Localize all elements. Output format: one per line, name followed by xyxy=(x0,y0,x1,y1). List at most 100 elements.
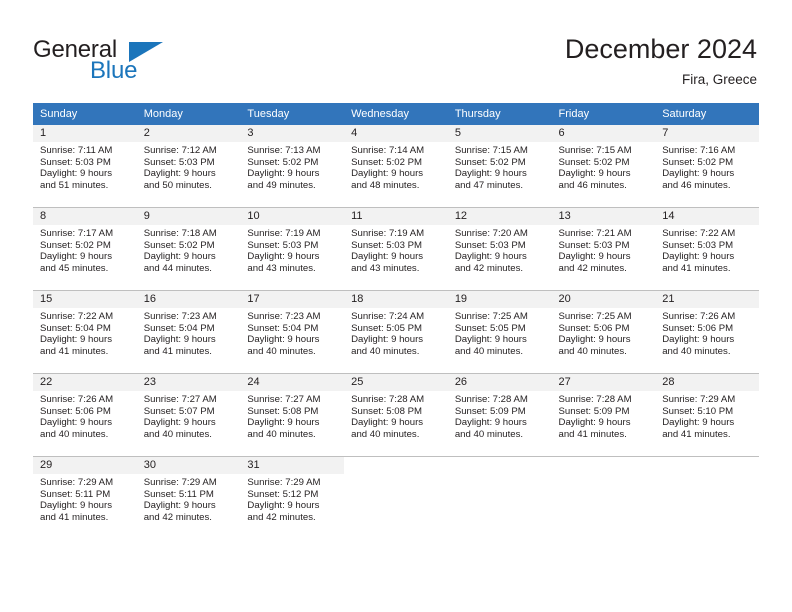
calendar-day-cell[interactable]: 2 Sunrise: 7:12 AM Sunset: 5:03 PM Daylight… xyxy=(136,125,241,208)
calendar-day-cell[interactable]: 30 Sunrise: 7:29 AM Sunset: 5:11 PM Dayligh… xyxy=(136,456,241,539)
calendar-day-cell xyxy=(655,456,759,539)
calendar-day-cell[interactable]: 21 Sunrise: 7:26 AM Sunset: 5:06 PM Dayligh… xyxy=(655,290,759,374)
day-number: 22 xyxy=(33,374,137,391)
daylight-text-line2: and 40 minutes. xyxy=(40,428,109,440)
daylight-text-line1: Daylight: 9 hours xyxy=(558,168,631,180)
calendar-day-cell[interactable]: 15 Sunrise: 7:22 AM Sunset: 5:04 PM Dayligh… xyxy=(33,290,137,374)
sunset-text: Sunset: 5:11 PM xyxy=(143,488,214,500)
calendar-day-cell[interactable]: 19 Sunrise: 7:25 AM Sunset: 5:05 PM Dayligh… xyxy=(447,290,552,374)
calendar-day-cell[interactable]: 17 Sunrise: 7:23 AM Sunset: 5:04 PM Dayligh… xyxy=(240,290,345,374)
day-cell-details: Sunrise: 7:23 AM Sunset: 5:04 PM Daylight:… xyxy=(240,308,344,357)
calendar-day-cell[interactable]: 31 Sunrise: 7:29 AM Sunset: 5:12 PM Dayligh… xyxy=(240,456,345,539)
day-cell-inner: 1 Sunrise: 7:11 AM Sunset: 5:03 PM Daylight… xyxy=(33,125,137,207)
day-number: 10 xyxy=(240,208,345,225)
brand-logo: General Blue xyxy=(33,36,253,88)
calendar-day-cell[interactable]: 3 Sunrise: 7:13 AM Sunset: 5:02 PM Daylight… xyxy=(240,125,345,208)
daylight-text-line2: and 46 minutes. xyxy=(662,179,731,191)
daylight-text-line1: Daylight: 9 hours xyxy=(558,334,631,346)
day-number: 28 xyxy=(655,374,759,391)
day-number: 21 xyxy=(655,291,759,308)
day-number: 7 xyxy=(655,125,759,142)
daylight-text-line1: Daylight: 9 hours xyxy=(247,251,320,263)
daylight-text-line2: and 40 minutes. xyxy=(351,345,420,357)
daylight-text-line1: Daylight: 9 hours xyxy=(143,417,216,429)
day-cell-inner xyxy=(344,457,448,539)
sunrise-text: Sunrise: 7:29 AM xyxy=(40,477,114,488)
day-cell-details: Sunrise: 7:22 AM Sunset: 5:04 PM Daylight:… xyxy=(33,308,137,357)
daylight-text-line2: and 42 minutes. xyxy=(143,511,212,523)
sunrise-text: Sunrise: 7:23 AM xyxy=(143,311,217,322)
day-cell-inner: 25 Sunrise: 7:28 AM Sunset: 5:08 PM Dayligh… xyxy=(344,374,448,456)
calendar-table: Sunday Monday Tuesday Wednesday Thursday… xyxy=(33,103,759,539)
day-number: 12 xyxy=(447,208,552,225)
daylight-text-line1: Daylight: 9 hours xyxy=(454,334,527,346)
calendar-day-cell[interactable]: 24 Sunrise: 7:27 AM Sunset: 5:08 PM Dayligh… xyxy=(240,373,345,457)
calendar-day-cell[interactable]: 26 Sunrise: 7:28 AM Sunset: 5:09 PM Dayligh… xyxy=(447,373,552,457)
daylight-text-line1: Daylight: 9 hours xyxy=(454,168,527,180)
daylight-text-line2: and 42 minutes. xyxy=(558,262,627,274)
calendar-day-cell[interactable]: 7 Sunrise: 7:16 AM Sunset: 5:02 PM Daylight… xyxy=(655,125,759,208)
calendar-day-cell[interactable]: 18 Sunrise: 7:24 AM Sunset: 5:05 PM Dayligh… xyxy=(344,290,448,374)
calendar-page: General Blue December 2024 Fira, Greece … xyxy=(0,0,792,612)
daylight-text-line1: Daylight: 9 hours xyxy=(351,417,424,429)
weekday-header-saturday: Saturday xyxy=(655,103,759,125)
daylight-text-line2: and 40 minutes. xyxy=(662,345,731,357)
calendar-day-cell[interactable]: 9 Sunrise: 7:18 AM Sunset: 5:02 PM Daylight… xyxy=(136,207,241,291)
day-cell-inner: 19 Sunrise: 7:25 AM Sunset: 5:05 PM Dayligh… xyxy=(447,291,552,373)
calendar-day-cell[interactable]: 10 Sunrise: 7:19 AM Sunset: 5:03 PM Dayligh… xyxy=(240,207,345,291)
day-number: 26 xyxy=(447,374,552,391)
day-number: 4 xyxy=(344,125,448,142)
sunset-text: Sunset: 5:04 PM xyxy=(40,322,111,334)
calendar-day-cell[interactable]: 8 Sunrise: 7:17 AM Sunset: 5:02 PM Daylight… xyxy=(33,207,137,291)
day-cell-inner: 31 Sunrise: 7:29 AM Sunset: 5:12 PM Dayligh… xyxy=(240,457,345,539)
sunrise-text: Sunrise: 7:29 AM xyxy=(662,394,736,405)
sunset-text: Sunset: 5:12 PM xyxy=(247,488,319,500)
calendar-day-cell[interactable]: 29 Sunrise: 7:29 AM Sunset: 5:11 PM Dayligh… xyxy=(33,456,137,539)
calendar-day-cell[interactable]: 6 Sunrise: 7:15 AM Sunset: 5:02 PM Daylight… xyxy=(551,125,656,208)
calendar-day-cell[interactable]: 23 Sunrise: 7:27 AM Sunset: 5:07 PM Dayligh… xyxy=(136,373,241,457)
calendar-day-cell[interactable]: 4 Sunrise: 7:14 AM Sunset: 5:02 PM Daylight… xyxy=(344,125,448,208)
sunrise-text: Sunrise: 7:23 AM xyxy=(247,311,321,322)
sunrise-text: Sunrise: 7:24 AM xyxy=(351,311,425,322)
calendar-day-cell[interactable]: 27 Sunrise: 7:28 AM Sunset: 5:09 PM Dayligh… xyxy=(551,373,656,457)
calendar-day-cell[interactable]: 11 Sunrise: 7:19 AM Sunset: 5:03 PM Dayligh… xyxy=(344,207,448,291)
daylight-text-line2: and 49 minutes. xyxy=(247,179,316,191)
sunrise-text: Sunrise: 7:27 AM xyxy=(247,394,321,405)
weekday-header-monday: Monday xyxy=(136,103,241,125)
daylight-text-line1: Daylight: 9 hours xyxy=(351,168,424,180)
calendar-day-cell[interactable]: 22 Sunrise: 7:26 AM Sunset: 5:06 PM Dayligh… xyxy=(33,373,137,457)
sunset-text: Sunset: 5:02 PM xyxy=(143,239,215,251)
sunset-text: Sunset: 5:06 PM xyxy=(558,322,630,334)
sunset-text: Sunset: 5:03 PM xyxy=(351,239,423,251)
day-number: 17 xyxy=(240,291,345,308)
weekday-header-sunday: Sunday xyxy=(33,103,137,125)
calendar-day-cell[interactable]: 14 Sunrise: 7:22 AM Sunset: 5:03 PM Dayligh… xyxy=(655,207,759,291)
day-cell-inner: 18 Sunrise: 7:24 AM Sunset: 5:05 PM Dayligh… xyxy=(344,291,448,373)
day-cell-inner: 16 Sunrise: 7:23 AM Sunset: 5:04 PM Dayligh… xyxy=(136,291,241,373)
sunset-text: Sunset: 5:02 PM xyxy=(558,156,630,168)
calendar-day-cell[interactable]: 16 Sunrise: 7:23 AM Sunset: 5:04 PM Dayligh… xyxy=(136,290,241,374)
day-cell-details: Sunrise: 7:28 AM Sunset: 5:09 PM Daylight:… xyxy=(552,391,656,440)
calendar-day-cell[interactable]: 25 Sunrise: 7:28 AM Sunset: 5:08 PM Dayligh… xyxy=(344,373,448,457)
daylight-text-line2: and 40 minutes. xyxy=(454,428,524,440)
day-cell-details: Sunrise: 7:26 AM Sunset: 5:06 PM Daylight:… xyxy=(33,391,137,440)
day-cell-inner xyxy=(447,457,552,539)
day-number: 18 xyxy=(344,291,448,308)
day-cell-details: Sunrise: 7:20 AM Sunset: 5:03 PM Daylight:… xyxy=(448,225,552,274)
calendar-day-cell[interactable]: 5 Sunrise: 7:15 AM Sunset: 5:02 PM Daylight… xyxy=(447,125,552,208)
day-number: 14 xyxy=(655,208,759,225)
day-cell-inner: 28 Sunrise: 7:29 AM Sunset: 5:10 PM Dayligh… xyxy=(655,374,759,456)
calendar-day-cell[interactable]: 13 Sunrise: 7:21 AM Sunset: 5:03 PM Dayligh… xyxy=(551,207,656,291)
calendar-day-cell[interactable]: 1 Sunrise: 7:11 AM Sunset: 5:03 PM Daylight… xyxy=(33,125,137,208)
calendar-day-cell[interactable]: 12 Sunrise: 7:20 AM Sunset: 5:03 PM Dayligh… xyxy=(447,207,552,291)
day-cell-details: Sunrise: 7:29 AM Sunset: 5:12 PM Daylight:… xyxy=(240,474,344,523)
daylight-text-line1: Daylight: 9 hours xyxy=(662,251,735,263)
day-cell-inner: 10 Sunrise: 7:19 AM Sunset: 5:03 PM Dayligh… xyxy=(240,208,345,290)
calendar-day-cell[interactable]: 20 Sunrise: 7:25 AM Sunset: 5:06 PM Dayligh… xyxy=(551,290,656,374)
day-number: 13 xyxy=(551,208,656,225)
calendar-day-cell[interactable]: 28 Sunrise: 7:29 AM Sunset: 5:10 PM Dayligh… xyxy=(655,373,759,457)
sunrise-text: Sunrise: 7:28 AM xyxy=(558,394,632,405)
sunrise-text: Sunrise: 7:12 AM xyxy=(143,145,217,156)
sunrise-text: Sunrise: 7:20 AM xyxy=(454,228,528,239)
sunrise-text: Sunrise: 7:25 AM xyxy=(454,311,528,322)
